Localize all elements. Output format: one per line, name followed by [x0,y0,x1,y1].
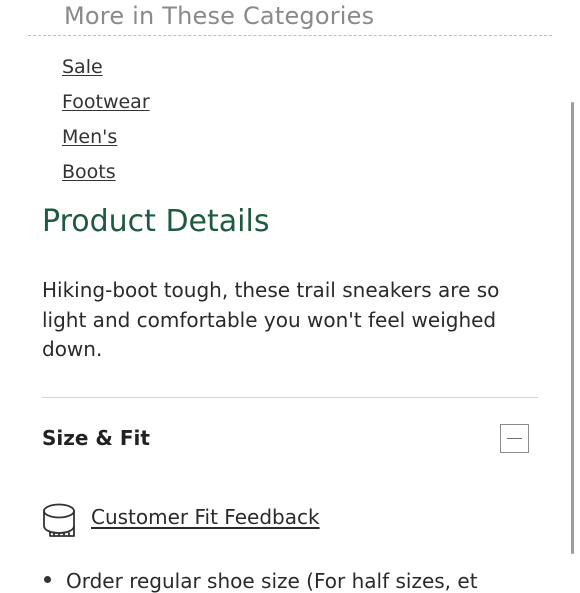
page-scrollbar[interactable] [571,102,574,554]
customer-fit-feedback-link[interactable]: Customer Fit Feedback [91,505,320,529]
categories-heading: More in These Categories [64,2,375,30]
list-item: Men's [62,126,150,161]
size-bullet-text: Order regular shoe size (For half sizes,… [66,569,478,593]
category-list: Sale Footwear Men's Boots [62,56,150,196]
category-link-footwear[interactable]: Footwear [62,91,150,113]
category-link-mens[interactable]: Men's [62,126,117,148]
category-link-boots[interactable]: Boots [62,161,116,183]
measuring-tape-icon [43,503,75,537]
category-link-sale[interactable]: Sale [62,56,103,78]
product-description: Hiking-boot tough, these trail sneakers … [42,278,500,361]
list-item: Boots [62,161,150,196]
minus-icon [507,437,522,439]
section-divider [42,397,538,398]
size-fit-heading: Size & Fit [42,426,150,450]
size-fit-collapse-button[interactable] [500,424,529,453]
product-details-title: Product Details [42,204,270,239]
list-item: Sale [62,56,150,91]
list-item: Footwear [62,91,150,126]
dotted-divider [28,35,552,36]
